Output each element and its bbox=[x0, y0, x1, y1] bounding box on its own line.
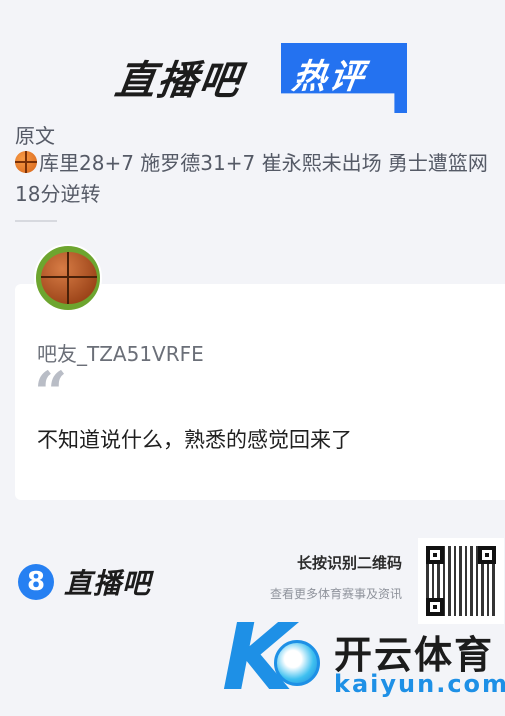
qr-finder-top-right bbox=[478, 546, 496, 564]
qr-code[interactable] bbox=[418, 538, 504, 624]
footer-logo-text: 直播吧 bbox=[64, 567, 152, 600]
section-divider bbox=[15, 220, 57, 222]
comment-card bbox=[15, 284, 505, 500]
original-article-label: 原文 bbox=[15, 124, 55, 148]
watermark-domain-text: kaiyun.com bbox=[334, 670, 505, 698]
avatar[interactable] bbox=[34, 244, 102, 312]
comment-text: 不知道说什么，熟悉的感觉回来了 bbox=[37, 428, 352, 452]
footer-logo-icon: 8 bbox=[18, 564, 54, 600]
header: 直播吧 热评 bbox=[0, 0, 505, 115]
hot-comment-badge-text: 热评 bbox=[289, 57, 370, 97]
original-article-title-text: 库里28+7 施罗德31+7 崔永熙未出场 勇士遭篮网18分逆转 bbox=[15, 151, 488, 206]
app-logo-text: 直播吧 bbox=[112, 58, 245, 104]
original-article-title[interactable]: 库里28+7 施罗德31+7 崔永熙未出场 勇士遭篮网18分逆转 bbox=[15, 148, 497, 210]
qr-finder-bottom-left bbox=[426, 598, 444, 616]
basketball-icon bbox=[15, 151, 37, 173]
soccer-ball-icon bbox=[274, 640, 320, 686]
basketball-avatar-icon bbox=[41, 252, 97, 304]
qr-scan-label: 长按识别二维码 bbox=[296, 554, 402, 572]
qr-finder-top-left bbox=[426, 546, 444, 564]
quote-icon: “ bbox=[34, 359, 68, 427]
qr-scan-subtitle: 查看更多体育赛事及资讯 bbox=[269, 587, 402, 601]
